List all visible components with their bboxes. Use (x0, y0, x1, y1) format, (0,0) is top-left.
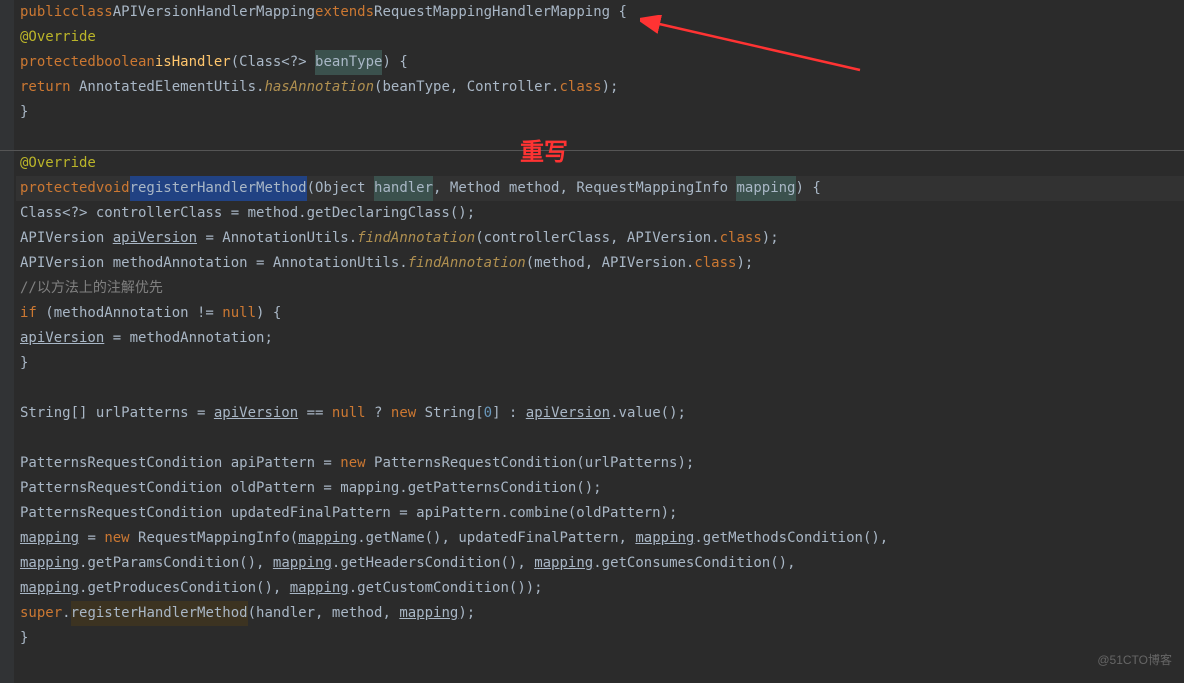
code-line[interactable]: mapping.getParamsCondition(), mapping.ge… (16, 551, 1184, 576)
code-line[interactable]: //以方法上的注解优先 (16, 276, 1184, 301)
code-line[interactable]: mapping = new RequestMappingInfo(mapping… (16, 526, 1184, 551)
code-line[interactable]: protected boolean isHandler(Class<?> bea… (16, 50, 1184, 75)
code-line[interactable]: apiVersion = methodAnnotation; (16, 326, 1184, 351)
code-line[interactable]: mapping.getProducesCondition(), mapping.… (16, 576, 1184, 601)
code-line[interactable]: return AnnotatedElementUtils.hasAnnotati… (16, 75, 1184, 100)
code-editor[interactable]: public class APIVersionHandlerMapping ex… (0, 0, 1184, 651)
blank-line[interactable] (16, 376, 1184, 401)
code-line[interactable]: super.registerHandlerMethod(handler, met… (16, 601, 1184, 626)
code-line[interactable]: APIVersion methodAnnotation = Annotation… (16, 251, 1184, 276)
code-line-active[interactable]: protected void registerHandlerMethod(Obj… (16, 176, 1184, 201)
code-line[interactable]: } (16, 100, 1184, 125)
watermark: @51CTO博客 (1097, 648, 1172, 673)
code-line[interactable]: @Override (16, 151, 1184, 176)
annotation-label: 重写 (520, 140, 568, 165)
blank-line[interactable] (16, 426, 1184, 451)
code-line[interactable]: PatternsRequestCondition apiPattern = ne… (16, 451, 1184, 476)
blank-line[interactable] (16, 125, 1184, 150)
code-line[interactable]: @Override (16, 25, 1184, 50)
code-line[interactable]: } (16, 351, 1184, 376)
code-line[interactable]: String[] urlPatterns = apiVersion == nul… (16, 401, 1184, 426)
code-line[interactable]: PatternsRequestCondition updatedFinalPat… (16, 501, 1184, 526)
code-line[interactable]: APIVersion apiVersion = AnnotationUtils.… (16, 226, 1184, 251)
code-line[interactable]: public class APIVersionHandlerMapping ex… (16, 0, 1184, 25)
code-line[interactable]: PatternsRequestCondition oldPattern = ma… (16, 476, 1184, 501)
code-line[interactable]: Class<?> controllerClass = method.getDec… (16, 201, 1184, 226)
code-line[interactable]: if (methodAnnotation != null) { (16, 301, 1184, 326)
code-line[interactable]: } (16, 626, 1184, 651)
